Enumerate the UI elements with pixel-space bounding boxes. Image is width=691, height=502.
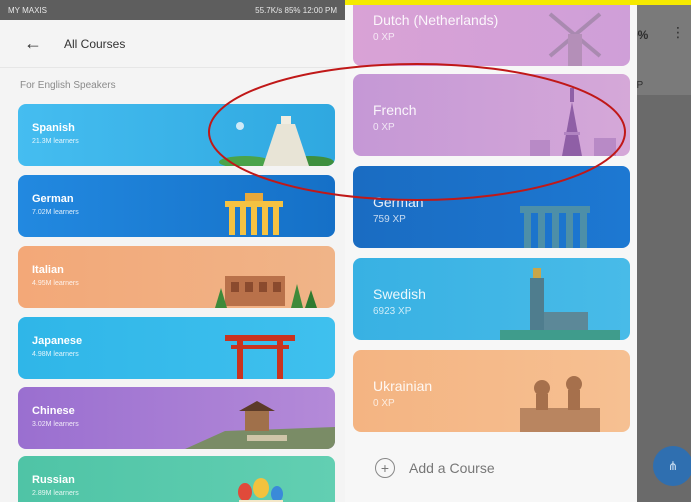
course-learners: 4.98M learners — [32, 351, 79, 358]
course-name: Dutch (Netherlands) — [373, 12, 499, 28]
status-bar: MY MAXIS 55.7K/s 85% 12:00 PM — [0, 0, 345, 20]
course-xp: 0 XP — [373, 398, 395, 409]
monument-icon — [520, 376, 600, 432]
course-learners: 2.89M learners — [32, 490, 79, 497]
course-xp: 0 XP — [373, 32, 395, 43]
course-learners: 4.95M learners — [32, 280, 79, 287]
course-card-italian[interactable]: Italian 4.95M learners — [18, 246, 335, 308]
add-course-label: Add a Course — [409, 460, 495, 476]
colosseum-icon — [215, 276, 317, 308]
stockholm-city-hall-icon — [500, 268, 620, 340]
dumbbell-icon: ⋔ — [667, 459, 679, 473]
highlight-bar — [345, 0, 691, 5]
section-label: For English Speakers — [20, 80, 116, 91]
course-card-swedish[interactable]: Swedish 6923 XP — [353, 258, 630, 340]
course-card-russian[interactable]: Russian 2.89M learners — [18, 456, 335, 502]
add-course-button[interactable]: + Add a Course — [375, 458, 495, 478]
course-card-chinese[interactable]: Chinese 3.02M learners — [18, 387, 335, 449]
course-learners: 21.3M learners — [32, 138, 79, 145]
onion-dome-icon — [238, 478, 283, 502]
course-card-dutch[interactable]: Dutch (Netherlands) 0 XP — [353, 0, 630, 66]
course-xp: 759 XP — [373, 214, 406, 225]
carrier-label: MY MAXIS — [8, 5, 47, 15]
plus-circle-icon: + — [375, 458, 395, 478]
course-card-ukrainian[interactable]: Ukrainian 0 XP — [353, 350, 630, 432]
page-title: All Courses — [64, 36, 126, 51]
torii-gate-icon — [225, 335, 295, 379]
course-name: Russian — [32, 474, 75, 486]
status-info: 55.7K/s 85% 12:00 PM — [255, 5, 337, 15]
great-wall-icon — [185, 401, 335, 449]
windmill-icon — [548, 12, 602, 66]
dimmed-background: 0% ⋮ 0P ⋔ — [631, 0, 691, 502]
course-name: Swedish — [373, 286, 426, 302]
course-name: Chinese — [32, 405, 75, 417]
annotation-ellipse — [208, 63, 626, 201]
course-name: Spanish — [32, 122, 75, 134]
course-card-japanese[interactable]: Japanese 4.98M learners — [18, 317, 335, 379]
course-name: Ukrainian — [373, 378, 433, 394]
more-menu-icon[interactable]: ⋮ — [671, 24, 685, 41]
course-learners: 3.02M learners — [32, 421, 79, 428]
course-xp: 6923 XP — [373, 306, 412, 317]
practice-fab[interactable]: ⋔ — [653, 446, 691, 486]
course-name: Japanese — [32, 335, 83, 347]
course-learners: 7.02M learners — [32, 209, 79, 216]
back-arrow-icon[interactable]: ← — [24, 33, 64, 54]
course-name: German — [32, 193, 74, 205]
course-name: Italian — [32, 264, 64, 276]
